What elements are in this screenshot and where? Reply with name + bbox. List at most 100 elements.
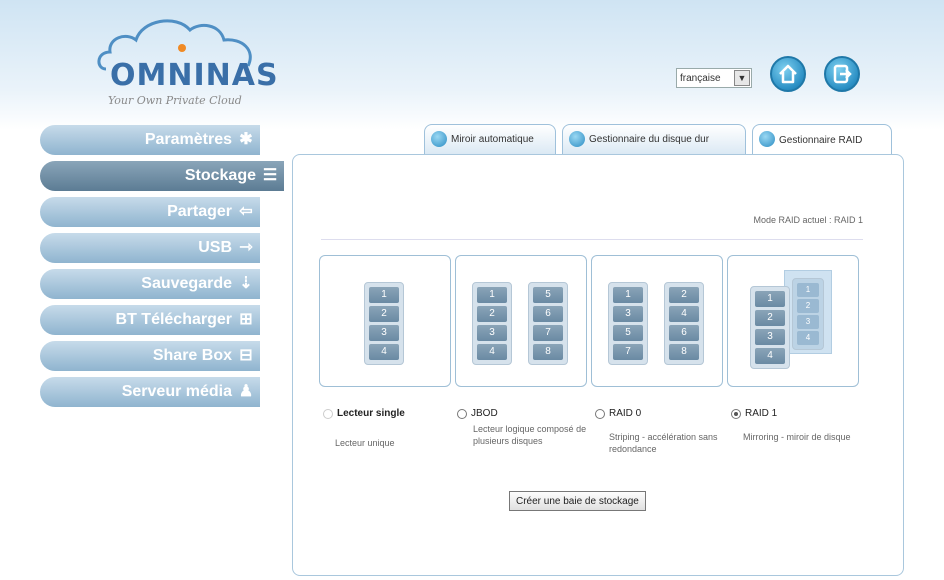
raid-panel: Mode RAID actuel : RAID 1 1 2 3 4 1 2 3 … (292, 154, 904, 576)
tab-icon (759, 131, 775, 147)
radio-raid1[interactable] (731, 408, 741, 419)
sidebar-item-share-box[interactable]: Share Box ⊟ (40, 341, 260, 371)
disk-slot: 3 (477, 325, 507, 341)
disk-column: 1 2 3 4 (364, 282, 404, 365)
disk-slot: 2 (477, 306, 507, 322)
sidebar-item-label: Partager (167, 203, 232, 220)
bt-download-icon: ⊞ (239, 311, 253, 328)
disk-slot: 1 (797, 283, 819, 297)
disk-slot: 8 (533, 344, 563, 360)
disk-slot: 4 (369, 344, 399, 360)
disk-slot: 8 (669, 344, 699, 360)
disk-slot: 1 (613, 287, 643, 303)
raid-card-jbod[interactable]: 1 2 3 4 5 6 7 8 (455, 255, 587, 387)
tab-icon (431, 131, 447, 147)
tab-label: Miroir automatique (451, 134, 534, 145)
sidebar-item-bt-telecharger[interactable]: BT Télécharger ⊞ (40, 305, 260, 335)
disk-slot: 4 (669, 306, 699, 322)
option-jbod[interactable]: JBOD (457, 408, 498, 419)
disk-column: 1 2 3 4 (472, 282, 512, 365)
disk-slot: 2 (797, 299, 819, 313)
tab-label: Gestionnaire RAID (779, 135, 863, 146)
tab-gestionnaire-disque[interactable]: Gestionnaire du disque dur (562, 124, 746, 154)
sidebar: Paramètres ✱ Stockage ☰ Partager ⇦ USB ⇾… (40, 125, 284, 413)
create-storage-button[interactable]: Créer une baie de stockage (509, 491, 646, 511)
option-title: RAID 0 (609, 408, 642, 419)
tab-label: Gestionnaire du disque dur (589, 134, 710, 145)
sidebar-item-usb[interactable]: USB ⇾ (40, 233, 260, 263)
share-box-icon: ⊟ (239, 347, 253, 364)
option-single[interactable]: Lecteur single (323, 408, 405, 419)
sidebar-item-label: Serveur média (121, 383, 232, 400)
disk-slot: 3 (755, 329, 785, 345)
sidebar-item-stockage[interactable]: Stockage ☰ (40, 161, 284, 191)
disk-column: 1 3 5 7 (608, 282, 648, 365)
exit-icon (833, 64, 852, 84)
disk-slot: 2 (755, 310, 785, 326)
option-raid0[interactable]: RAID 0 (595, 408, 641, 419)
sidebar-item-partager[interactable]: Partager ⇦ (40, 197, 260, 227)
option-desc: Mirroring - miroir de disque (743, 432, 851, 442)
option-desc: Lecteur unique (335, 438, 395, 448)
raid-card-single[interactable]: 1 2 3 4 (319, 255, 451, 387)
current-raid-mode: Mode RAID actuel : RAID 1 (753, 215, 863, 225)
radio-single[interactable] (323, 408, 333, 419)
exit-button[interactable] (824, 56, 860, 92)
backup-icon: ⇣ (239, 275, 253, 292)
option-title: JBOD (471, 408, 498, 419)
disk-slot: 6 (669, 325, 699, 341)
divider (321, 239, 863, 240)
disk-slot: 5 (613, 325, 643, 341)
tab-miroir-automatique[interactable]: Miroir automatique (424, 124, 556, 154)
brand-tagline: Your Own Private Cloud (108, 94, 242, 107)
radio-jbod[interactable] (457, 408, 467, 419)
disk-slot: 3 (369, 325, 399, 341)
option-desc: Striping - accélération sans redondance (609, 432, 718, 454)
disk-column: 5 6 7 8 (528, 282, 568, 365)
option-title: Lecteur single (337, 408, 405, 419)
disk-slot: 7 (533, 325, 563, 341)
sidebar-item-label: BT Télécharger (115, 311, 232, 328)
sidebar-item-label: USB (198, 239, 232, 256)
option-desc: Lecteur logique composé de plusieurs dis… (473, 424, 587, 446)
chevron-down-icon[interactable]: ▼ (734, 70, 750, 86)
share-arrow-icon: ⇦ (239, 203, 253, 220)
sidebar-item-label: Share Box (152, 347, 232, 364)
disk-slot: 1 (369, 287, 399, 303)
disk-slot: 2 (669, 287, 699, 303)
media-server-icon: ♟ (238, 383, 254, 400)
disk-slot: 1 (755, 291, 785, 307)
storage-icon: ☰ (262, 167, 278, 184)
disk-slot: 2 (369, 306, 399, 322)
disk-slot: 5 (533, 287, 563, 303)
sidebar-item-parametres[interactable]: Paramètres ✱ (40, 125, 260, 155)
home-icon (779, 64, 797, 84)
sidebar-item-sauvegarde[interactable]: Sauvegarde ⇣ (40, 269, 260, 299)
disk-slot: 1 (477, 287, 507, 303)
tab-gestionnaire-raid[interactable]: Gestionnaire RAID (752, 124, 892, 156)
tab-icon (569, 131, 585, 147)
disk-column: 2 4 6 8 (664, 282, 704, 365)
disk-slot: 3 (797, 315, 819, 329)
raid-card-raid1[interactable]: 1 2 3 4 1 2 3 4 (727, 255, 859, 387)
disk-slot: 7 (613, 344, 643, 360)
gear-icon: ✱ (239, 131, 253, 148)
home-button[interactable] (770, 56, 806, 92)
sidebar-item-label: Stockage (184, 167, 256, 184)
language-value: française (680, 72, 721, 84)
sidebar-item-label: Paramètres (144, 131, 232, 148)
raid-card-raid0[interactable]: 1 3 5 7 2 4 6 8 (591, 255, 723, 387)
option-title: RAID 1 (745, 408, 778, 419)
omninas-logo: OMNINAS Your Own Private Cloud (96, 14, 279, 107)
radio-raid0[interactable] (595, 408, 605, 419)
disk-slot: 6 (533, 306, 563, 322)
disk-slot: 4 (477, 344, 507, 360)
sidebar-item-serveur-media[interactable]: Serveur média ♟ (40, 377, 260, 407)
disk-column: 1 2 3 4 (750, 286, 790, 369)
option-raid1[interactable]: RAID 1 (731, 408, 777, 419)
language-select[interactable]: française ▼ (676, 68, 752, 88)
usb-icon: ⇾ (239, 239, 253, 256)
mirror-disk-column: 1 2 3 4 (792, 278, 824, 350)
sidebar-item-label: Sauvegarde (141, 275, 232, 292)
brand-name: OMNINAS (110, 58, 279, 93)
